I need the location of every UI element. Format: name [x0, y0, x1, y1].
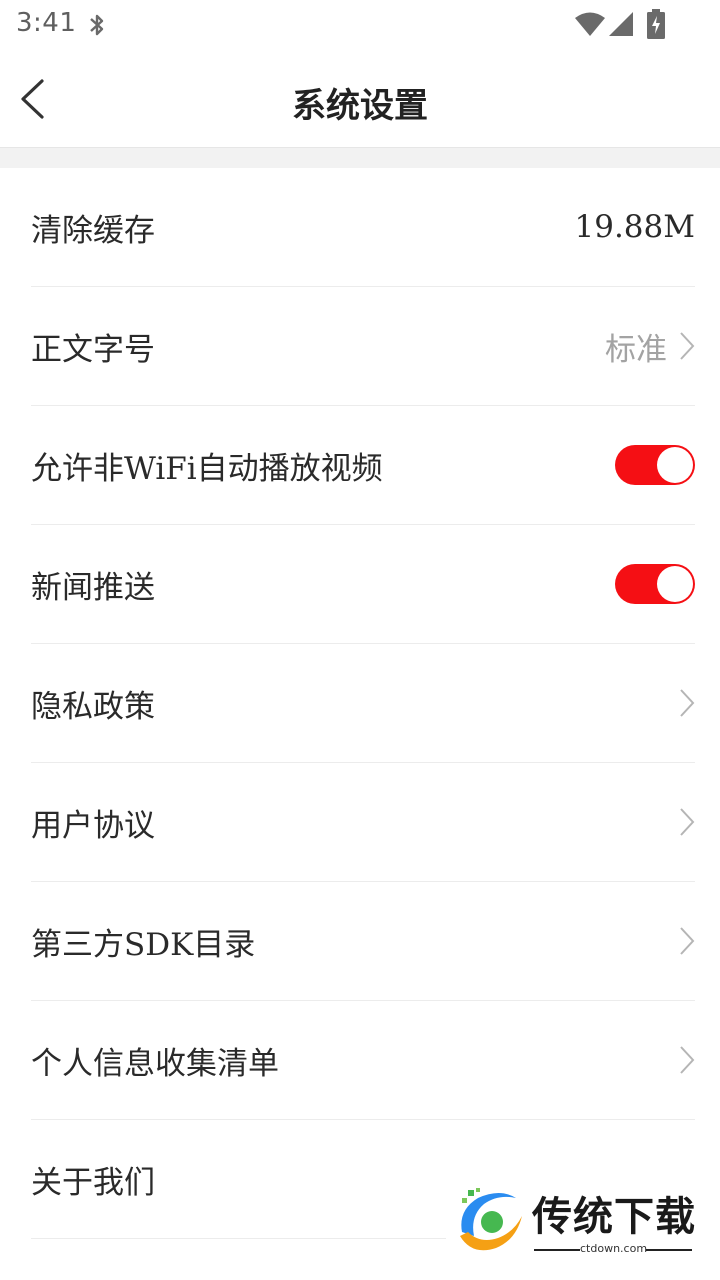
page-title: 系统设置: [292, 86, 428, 126]
user-agreement-label: 用户协议: [31, 807, 155, 844]
news-push-toggle[interactable]: [615, 564, 695, 604]
privacy-policy-row[interactable]: 隐私政策: [31, 644, 695, 763]
news-push-row: 新闻推送: [31, 525, 695, 644]
font-size-label: 正文字号: [31, 331, 155, 368]
toggle-knob: [657, 447, 693, 483]
watermark: 传统下载 ctdown.com: [446, 1182, 696, 1262]
font-size-row[interactable]: 正文字号 标准: [31, 287, 695, 406]
status-time: 3:41: [16, 8, 77, 38]
battery-charging-icon: [647, 9, 665, 39]
header: 系统设置: [0, 50, 720, 147]
watermark-title: 传统下载: [532, 1194, 696, 1240]
autoplay-video-label: 允许非WiFi自动播放视频: [31, 450, 383, 487]
chevron-right-icon: [680, 927, 695, 955]
chevron-right-icon: [680, 689, 695, 717]
font-size-value: 标准: [605, 331, 667, 368]
watermark-domain: ctdown.com: [580, 1242, 648, 1255]
status-bar: 3:41: [0, 0, 720, 50]
autoplay-video-row: 允许非WiFi自动播放视频: [31, 406, 695, 525]
wifi-icon: [575, 12, 605, 36]
chevron-right-icon: [680, 808, 695, 836]
personal-info-row[interactable]: 个人信息收集清单: [31, 1001, 695, 1120]
section-gap: [0, 148, 720, 168]
toggle-knob: [657, 566, 693, 602]
third-party-sdk-row[interactable]: 第三方SDK目录: [31, 882, 695, 1001]
privacy-policy-label: 隐私政策: [31, 688, 155, 725]
personal-info-label: 个人信息收集清单: [31, 1045, 279, 1082]
font-size-right: 标准: [605, 324, 695, 369]
watermark-rule-left: [534, 1249, 580, 1251]
watermark-rule-right: [646, 1249, 692, 1251]
bluetooth-icon: [90, 14, 104, 36]
third-party-sdk-label: 第三方SDK目录: [31, 926, 256, 963]
chevron-right-icon: [680, 1046, 695, 1074]
cache-size-value: 19.88M: [574, 209, 696, 245]
watermark-logo-icon: [460, 1188, 522, 1251]
about-us-label: 关于我们: [31, 1164, 155, 1201]
news-push-label: 新闻推送: [31, 569, 155, 606]
user-agreement-row[interactable]: 用户协议: [31, 763, 695, 882]
signal-icon: [609, 12, 633, 36]
chevron-right-icon: [680, 332, 695, 360]
autoplay-video-toggle[interactable]: [615, 445, 695, 485]
settings-list: 清除缓存 19.88M 正文字号 标准 允许非WiFi自动播放视频 新闻推送 隐…: [0, 168, 720, 1239]
clear-cache-row[interactable]: 清除缓存 19.88M: [31, 168, 695, 287]
clear-cache-label: 清除缓存: [31, 212, 155, 249]
